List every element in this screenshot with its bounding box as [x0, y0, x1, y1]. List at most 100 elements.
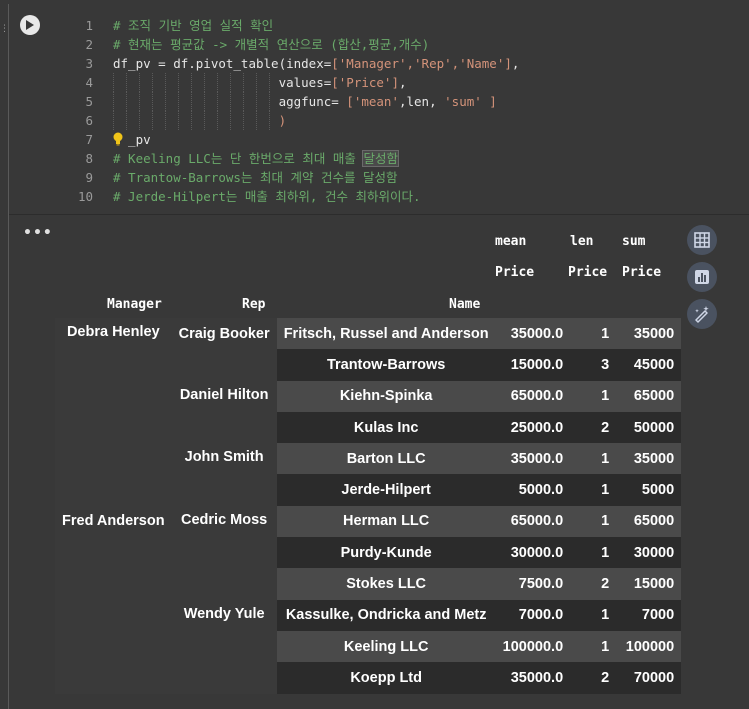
- table-icon: [694, 232, 710, 248]
- rep-cell: Craig Booker: [171, 318, 277, 350]
- cell-name: Kiehn-Spinka: [276, 380, 496, 412]
- code-token: aggfunc=: [113, 94, 347, 109]
- cell-sum: 35000: [616, 318, 682, 350]
- cell-mean: 30000.0: [495, 537, 571, 569]
- cell-mean: 35000.0: [495, 443, 571, 475]
- code-text: # Trantow-Barrows는 최대 계약 건수를 달성함: [113, 168, 398, 187]
- table-row: Fred Anderson Trantow-Barrows 15000.0 3 4500…: [55, 349, 682, 694]
- run-cell-button[interactable]: [20, 15, 40, 35]
- col-header-len: len: [570, 234, 594, 249]
- cell-mean: 65000.0: [495, 505, 571, 538]
- code-token: df_pv = df.pivot_table(index=: [113, 56, 332, 71]
- cell-sum: 35000: [616, 443, 682, 475]
- table-view-button[interactable]: [687, 225, 717, 255]
- cell-mean: 5000.0: [495, 474, 571, 506]
- cell-name: Fritsch, Russel and Anderson: [276, 318, 496, 350]
- line-number: 1: [85, 18, 93, 33]
- cell-len: 2: [570, 568, 617, 600]
- code-token: # 현재는 평균값 -> 개별적 연산으로 (합산,평균,개수): [113, 37, 430, 52]
- cell-len: 1: [570, 630, 617, 663]
- cell-name: Stokes LLC: [276, 568, 496, 600]
- table-row: Debra Henley Craig Booker Fritsch, Russel …: [55, 318, 682, 350]
- line-number: 10: [77, 189, 93, 204]
- cell-name: Trantow-Barrows: [276, 349, 496, 381]
- output-more-button[interactable]: •••: [23, 226, 53, 240]
- cell-sum: 70000: [616, 662, 682, 694]
- code-token: values=: [113, 75, 332, 90]
- pivot-table: Debra Henley Craig Booker Fritsch, Russel …: [55, 318, 682, 694]
- play-icon: [26, 20, 34, 30]
- notebook-cell[interactable]: 1 # 조직 기반 영업 실적 확인 2 # 현재는 평균값 -> 개별적 연산으로 …: [8, 4, 749, 709]
- cell-mean: 7500.0: [495, 568, 571, 600]
- cell-len: 1: [570, 318, 617, 350]
- cell-name: Keeling LLC: [276, 630, 496, 663]
- line-number: 6: [85, 113, 93, 128]
- line-number: 7: [85, 132, 93, 147]
- cell-len: 1: [570, 599, 617, 631]
- cell-sum: 15000: [616, 568, 682, 600]
- line-number: 5: [85, 94, 93, 109]
- cell-name: Barton LLC: [276, 443, 496, 475]
- rep-cell: Daniel Hilton: [171, 380, 277, 444]
- code-line[interactable]: 3 df_pv = df.pivot_table(index=['Manager'…: [69, 54, 749, 73]
- code-token: # Jerde-Hilpert는 매출 최하위, 건수 최하위이다.: [113, 189, 421, 204]
- code-line[interactable]: 5 aggfunc= ['mean',len, 'sum' ]: [69, 92, 749, 111]
- code-line[interactable]: 9 # Trantow-Barrows는 최대 계약 건수를 달성함: [69, 168, 749, 187]
- col-header-price-1: Price: [495, 265, 535, 280]
- index-header-rep: Rep: [242, 297, 266, 312]
- line-number: 2: [85, 37, 93, 52]
- code-text: df_pv = df.pivot_table(index=['Manager',…: [113, 54, 519, 73]
- code-text: # Jerde-Hilpert는 매출 최하위, 건수 최하위이다.: [113, 187, 421, 206]
- code-line[interactable]: 10 # Jerde-Hilpert는 매출 최하위, 건수 최하위이다.: [69, 187, 749, 206]
- rep-cell: John Smith: [171, 443, 277, 506]
- code-token: ,: [398, 75, 407, 90]
- cell-sum: 7000: [616, 599, 682, 631]
- cell-len: 3: [570, 349, 617, 381]
- code-line[interactable]: 8 # Keeling LLC는 단 한번으로 최대 매출 달성함: [69, 149, 749, 168]
- code-text: ): [113, 111, 287, 130]
- code-text: _pv: [113, 130, 151, 149]
- code-token: # 조직 기반 영업 실적 확인: [113, 18, 274, 33]
- cell-len: 1: [570, 505, 617, 538]
- cell-name: Kulas Inc: [276, 411, 496, 444]
- code-token: ,len,: [398, 94, 445, 109]
- edge-marker: ⋮: [0, 24, 9, 34]
- code-text: values=['Price'],: [113, 73, 407, 92]
- cell-sum: 65000: [616, 380, 682, 412]
- cell-len: 1: [570, 474, 617, 506]
- cell-len: 1: [570, 380, 617, 412]
- code-token: 'sum': [444, 94, 482, 109]
- cell-mean: 65000.0: [495, 380, 571, 412]
- code-token: ,: [511, 56, 520, 71]
- code-editor[interactable]: 1 # 조직 기반 영업 실적 확인 2 # 현재는 평균값 -> 개별적 연산으로 …: [69, 16, 749, 206]
- rep-cell: Wendy Yule: [171, 599, 277, 694]
- code-line[interactable]: 4 values=['Price'],: [69, 73, 749, 92]
- code-token: ['Manager','Rep','Name']: [331, 56, 512, 71]
- cell-name: Jerde-Hilpert: [276, 474, 496, 506]
- bar-chart-icon: [695, 270, 709, 284]
- chart-suggest-button[interactable]: [687, 262, 717, 292]
- code-text: # 조직 기반 영업 실적 확인: [113, 16, 273, 35]
- code-line[interactable]: 1 # 조직 기반 영업 실적 확인: [69, 16, 749, 35]
- code-text: aggfunc= ['mean',len, 'sum' ]: [113, 92, 497, 111]
- cell-mean: 7000.0: [495, 599, 571, 631]
- cell-mean: 35000.0: [495, 662, 571, 694]
- line-number: 9: [85, 170, 93, 185]
- code-token: ['Price']: [331, 75, 399, 90]
- rep-cell-empty: [171, 349, 277, 381]
- code-line[interactable]: 7 _pv: [69, 130, 749, 149]
- magic-edit-button[interactable]: [687, 299, 717, 329]
- col-header-mean: mean: [495, 234, 527, 249]
- magic-wand-icon: [695, 306, 709, 323]
- code-line[interactable]: 6 ): [69, 111, 749, 130]
- cell-mean: 15000.0: [495, 349, 571, 381]
- cell-len: 2: [570, 662, 617, 694]
- code-token: ]: [481, 94, 497, 109]
- line-number: 4: [85, 75, 93, 90]
- cell-mean: 35000.0: [495, 318, 571, 350]
- code-line[interactable]: 2 # 현재는 평균값 -> 개별적 연산으로 (합산,평균,개수): [69, 35, 749, 54]
- code-token: # Keeling LLC는 단 한번으로 최대 매출: [113, 151, 364, 166]
- index-header-manager: Manager: [107, 297, 162, 312]
- col-header-price-3: Price: [622, 265, 662, 280]
- rep-cell: Cedric Moss: [171, 505, 277, 600]
